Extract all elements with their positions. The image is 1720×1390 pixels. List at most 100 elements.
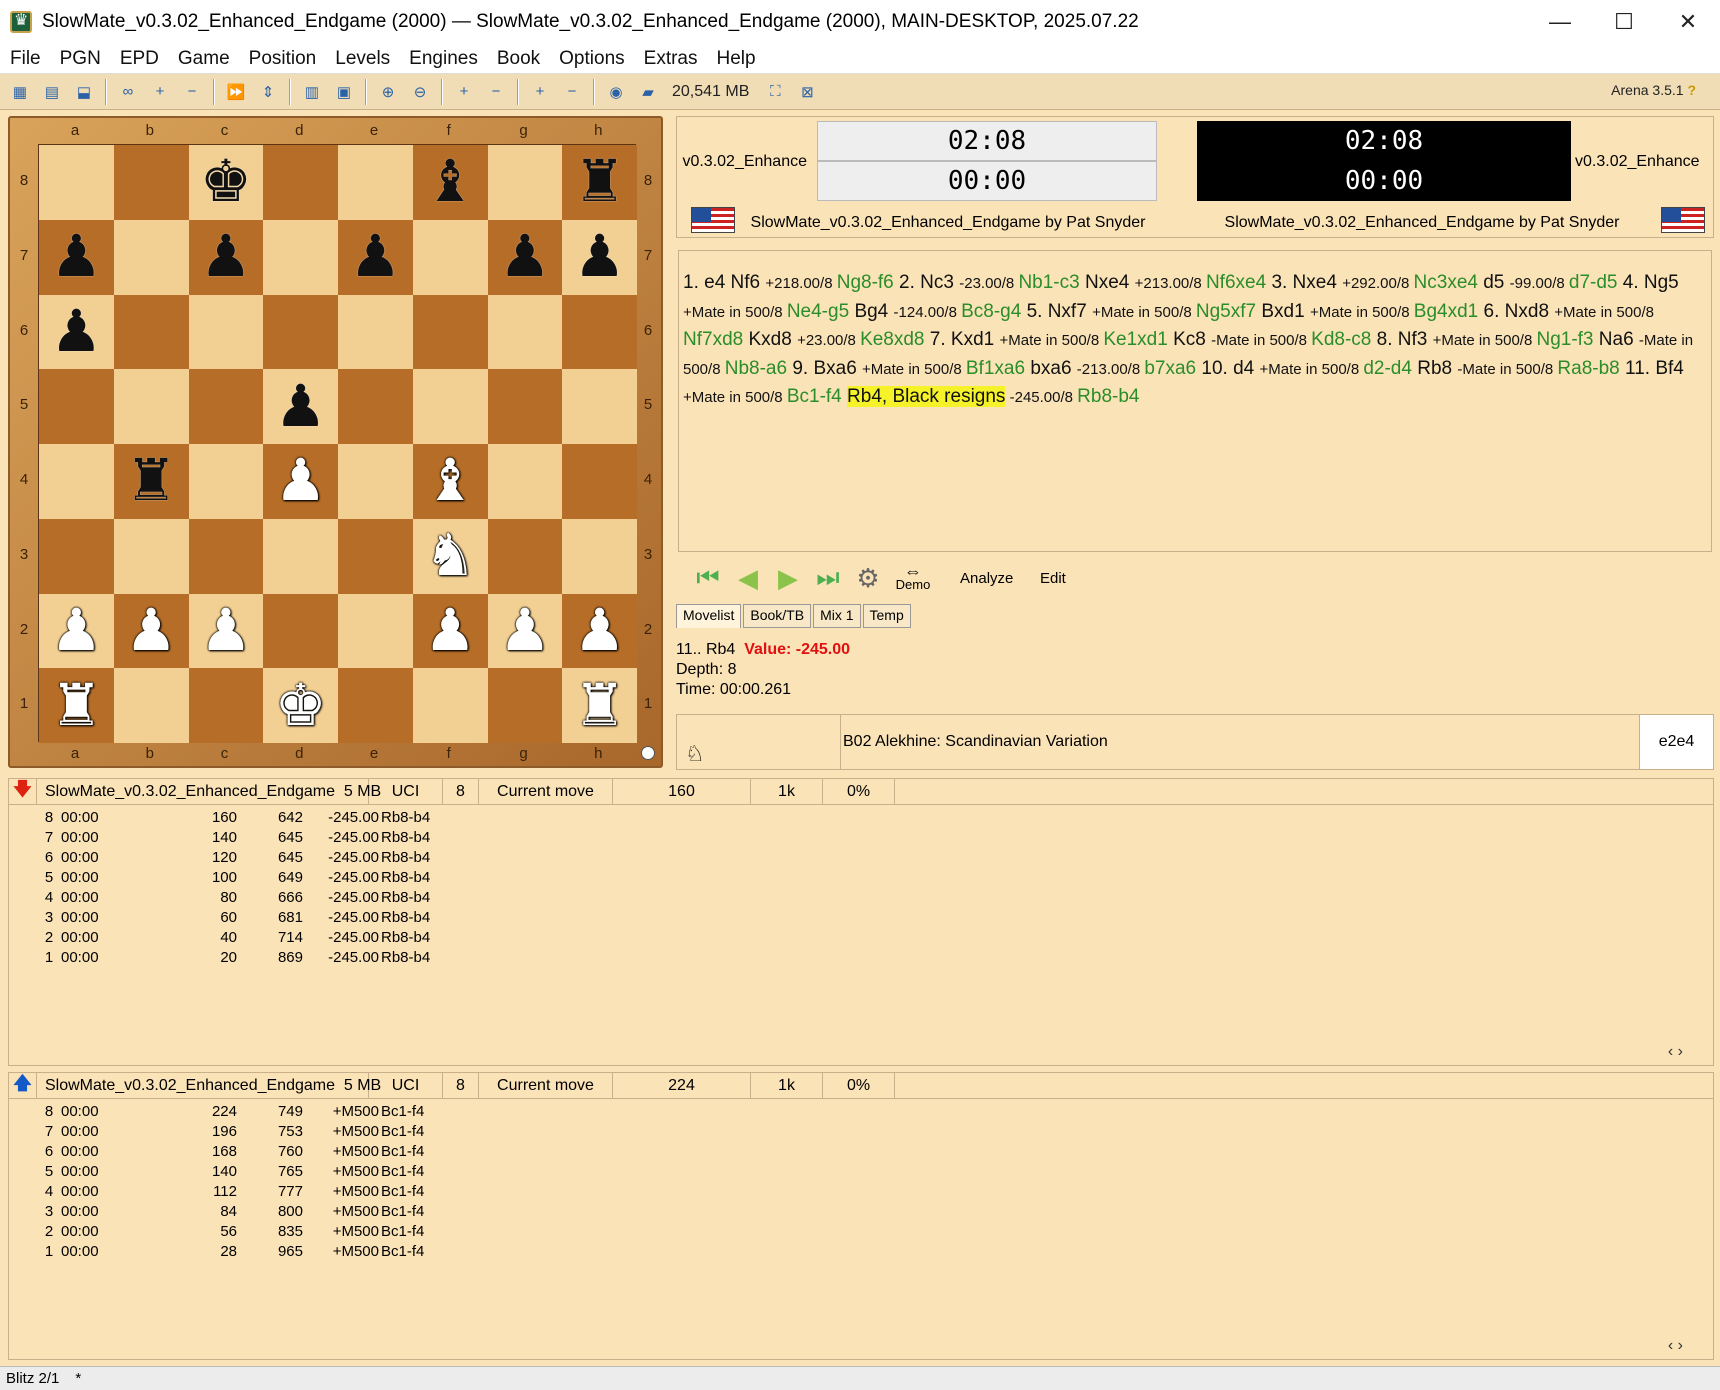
epd-plus-icon[interactable]: + bbox=[527, 79, 553, 105]
menu-engines[interactable]: Engines bbox=[399, 48, 487, 70]
black-pawn-piece[interactable]: ♟ bbox=[200, 228, 252, 286]
move-token[interactable]: Kc8 bbox=[1173, 329, 1211, 350]
square-h5[interactable] bbox=[562, 369, 637, 444]
engine-name[interactable]: SlowMate_v0.3.02_Enhanced_Endgame 5 MB bbox=[37, 1073, 381, 1098]
scroll-arrows-icon[interactable]: ‹ › bbox=[1668, 1337, 1683, 1355]
menu-pgn[interactable]: PGN bbox=[50, 48, 110, 70]
globe-icon[interactable]: ◉ bbox=[603, 79, 629, 105]
square-f5[interactable] bbox=[412, 369, 488, 444]
black-pawn-piece[interactable]: ♟ bbox=[349, 228, 401, 286]
move-list[interactable]: 1. e4 Nf6 +218.00/8 Ng8-f6 2. Nc3 -23.00… bbox=[678, 250, 1712, 552]
open-folder-icon[interactable]: ▤ bbox=[39, 79, 65, 105]
square-c2[interactable]: ♟ bbox=[188, 593, 264, 669]
square-c8[interactable]: ♚ bbox=[188, 145, 264, 220]
level-plus-icon[interactable]: + bbox=[147, 79, 173, 105]
first-move-icon[interactable]: ⏮ bbox=[688, 562, 728, 594]
tab-movelist[interactable]: Movelist bbox=[676, 604, 742, 628]
next-move-icon[interactable]: ▶ bbox=[768, 563, 808, 594]
square-a7[interactable]: ♟ bbox=[39, 219, 114, 295]
move-token[interactable]: 2. Nc3 bbox=[899, 272, 959, 293]
move-token[interactable]: Rb8 bbox=[1417, 358, 1457, 379]
square-e1[interactable] bbox=[338, 668, 413, 743]
square-g8[interactable] bbox=[487, 145, 563, 220]
move-token[interactable]: 1. e4 Nf6 bbox=[683, 272, 765, 293]
menu-extras[interactable]: Extras bbox=[634, 48, 707, 70]
square-d8[interactable] bbox=[263, 145, 338, 220]
white-pawn-piece[interactable]: ♟ bbox=[50, 601, 102, 660]
minimize-button[interactable]: — bbox=[1528, 9, 1592, 35]
square-d5[interactable]: ♟ bbox=[263, 369, 338, 444]
move-token[interactable]: Rb4, Black resigns bbox=[847, 386, 1006, 407]
square-a8[interactable] bbox=[39, 145, 114, 220]
square-a2[interactable]: ♟ bbox=[39, 593, 114, 669]
move-token[interactable]: Nxe4 bbox=[1085, 272, 1135, 293]
square-e6[interactable] bbox=[338, 294, 413, 370]
square-c7[interactable]: ♟ bbox=[188, 219, 264, 295]
square-d4[interactable]: ♟ bbox=[263, 444, 338, 519]
tab-temp[interactable]: Temp bbox=[862, 604, 911, 628]
move-token[interactable]: Bg4 bbox=[854, 301, 893, 322]
square-b4[interactable]: ♜ bbox=[113, 444, 189, 519]
chess-board[interactable]: ♚ ♝ ♜ ♟ ♟ ♟ ♟ ♟ ♟ ♟ ♜ ♟ ♝ ♞ ♟ ♟ ♟ ♟ ♟ ♟ ♜ ♚ ♜ bbox=[38, 144, 637, 743]
square-a6[interactable]: ♟ bbox=[39, 294, 114, 370]
square-h8[interactable]: ♜ bbox=[562, 145, 637, 220]
menu-book[interactable]: Book bbox=[487, 48, 549, 70]
square-g4[interactable] bbox=[487, 444, 563, 519]
move-token[interactable]: 9. Bxa6 bbox=[792, 358, 862, 379]
move-token[interactable]: 4. Ng5 bbox=[1623, 272, 1679, 293]
zoom-in-icon[interactable]: ⊕ bbox=[375, 79, 401, 105]
black-pawn-piece[interactable]: ♟ bbox=[499, 228, 551, 286]
analyze-button[interactable]: Analyze bbox=[960, 570, 1030, 587]
pgn-minus-icon[interactable]: − bbox=[483, 79, 509, 105]
square-e7[interactable]: ♟ bbox=[338, 219, 413, 295]
black-king-piece[interactable]: ♚ bbox=[200, 153, 252, 211]
white-rook-piece[interactable]: ♜ bbox=[574, 676, 626, 735]
square-b7[interactable] bbox=[113, 219, 189, 295]
square-d7[interactable] bbox=[263, 219, 338, 295]
menu-position[interactable]: Position bbox=[239, 48, 326, 70]
square-f7[interactable] bbox=[412, 219, 488, 295]
move-token[interactable]: 11. Bf4 bbox=[1625, 358, 1684, 379]
demo-button[interactable]: ⇔ Demo bbox=[888, 562, 938, 592]
pgn-plus-icon[interactable]: + bbox=[451, 79, 477, 105]
move-now-icon[interactable]: ⏩ bbox=[223, 79, 249, 105]
black-pawn-piece[interactable]: ♟ bbox=[50, 302, 102, 361]
settings-gear-icon[interactable]: ⚙ bbox=[848, 563, 888, 594]
square-g5[interactable] bbox=[487, 369, 563, 444]
move-token[interactable]: 7. Kxd1 bbox=[930, 329, 1000, 350]
move-token[interactable]: 10. d4 bbox=[1201, 358, 1259, 379]
previous-move-icon[interactable]: ◀ bbox=[728, 563, 768, 594]
white-pawn-piece[interactable]: ♟ bbox=[125, 601, 177, 660]
square-e4[interactable] bbox=[338, 444, 413, 519]
square-g1[interactable] bbox=[487, 668, 563, 743]
white-pawn-piece[interactable]: ♟ bbox=[275, 452, 327, 510]
fullscreen-icon[interactable]: ⛶ bbox=[762, 79, 788, 105]
engine-name[interactable]: SlowMate_v0.3.02_Enhanced_Endgame 5 MB bbox=[37, 779, 381, 804]
square-e5[interactable] bbox=[338, 369, 413, 444]
move-token[interactable]: bxa6 bbox=[1030, 358, 1076, 379]
epd-minus-icon[interactable]: − bbox=[559, 79, 585, 105]
black-pawn-piece[interactable]: ♟ bbox=[574, 228, 626, 286]
square-d3[interactable] bbox=[263, 518, 338, 594]
square-d1[interactable]: ♚ bbox=[263, 668, 338, 743]
tab-book-tb[interactable]: Book/TB bbox=[743, 604, 812, 628]
move-token[interactable]: d5 bbox=[1483, 272, 1509, 293]
square-f6[interactable] bbox=[412, 294, 488, 370]
move-token[interactable]: 8. Nf3 bbox=[1377, 329, 1433, 350]
black-rook-piece[interactable]: ♜ bbox=[574, 153, 626, 211]
square-f8[interactable]: ♝ bbox=[412, 145, 488, 220]
square-b6[interactable] bbox=[113, 294, 189, 370]
square-g3[interactable] bbox=[487, 518, 563, 594]
scroll-arrows-icon[interactable]: ‹ › bbox=[1668, 1043, 1683, 1061]
tab-mix1[interactable]: Mix 1 bbox=[813, 604, 861, 628]
zoom-out-icon[interactable]: ⊖ bbox=[407, 79, 433, 105]
white-pawn-piece[interactable]: ♟ bbox=[200, 601, 252, 660]
square-c3[interactable] bbox=[188, 518, 264, 594]
white-knight-piece[interactable]: ♞ bbox=[424, 527, 476, 585]
square-c1[interactable] bbox=[188, 668, 264, 743]
square-d6[interactable] bbox=[263, 294, 338, 370]
infinite-icon[interactable]: ∞ bbox=[115, 79, 141, 105]
square-h7[interactable]: ♟ bbox=[562, 219, 637, 295]
square-g2[interactable]: ♟ bbox=[487, 593, 563, 669]
maximize-button[interactable]: ☐ bbox=[1592, 9, 1656, 35]
